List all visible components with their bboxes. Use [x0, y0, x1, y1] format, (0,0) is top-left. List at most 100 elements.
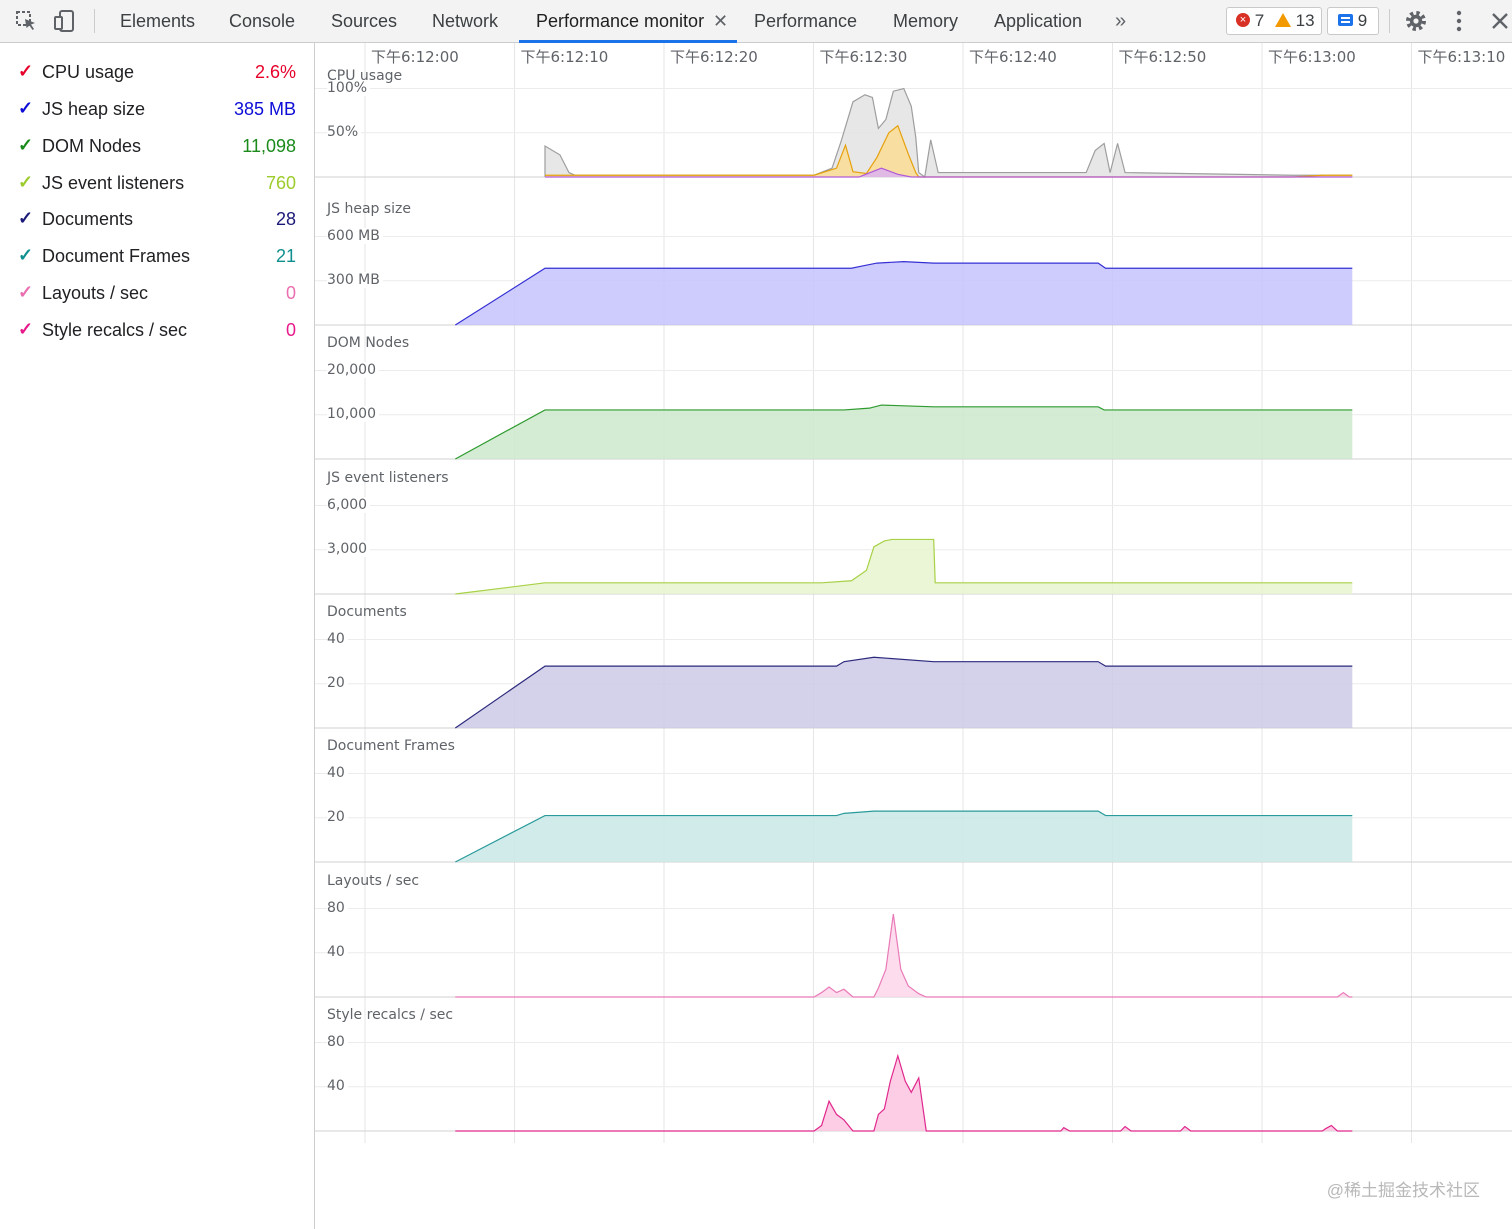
message-icon — [1338, 14, 1353, 27]
metric-value: 385 MB — [233, 99, 296, 119]
tab-application[interactable]: Application — [994, 0, 1082, 42]
panel-title: JS heap size — [327, 201, 412, 217]
metric-documents[interactable]: ✓ Documents 28 — [0, 200, 314, 237]
toolbar-separator — [1389, 9, 1390, 33]
series-area — [455, 657, 1353, 728]
axis-tick-label: 300 MB — [327, 271, 383, 288]
devtools-toolbar: Elements Console Sources Network Perform… — [0, 0, 1512, 43]
metric-js-heap-size[interactable]: ✓ JS heap size 385 MB — [0, 90, 314, 127]
warning-icon — [1274, 12, 1291, 27]
axis-tick-label: 80 — [327, 899, 348, 916]
axis-tick-label: 6,000 — [327, 496, 371, 513]
series-area — [455, 539, 1353, 594]
metric-label: Documents — [42, 209, 134, 229]
metric-label: JS heap size — [42, 99, 146, 119]
metric-style-recalcs-per-sec[interactable]: ✓ Style recalcs / sec 0 — [0, 311, 314, 348]
metric-label: CPU usage — [42, 62, 135, 82]
axis-tick-label: 40 — [327, 764, 348, 781]
time-label: 下午6:12:00 — [369, 46, 461, 67]
metrics-sidebar: ✓ CPU usage 2.6% ✓ JS heap size 385 MB ✓… — [0, 43, 315, 1229]
metric-value: 11,098 — [242, 136, 296, 156]
overflow-chevron-icon[interactable]: » — [1115, 0, 1126, 42]
tab-console[interactable]: Console — [229, 0, 295, 42]
metric-document-frames[interactable]: ✓ Document Frames 21 — [0, 237, 314, 274]
settings-gear-icon[interactable] — [1403, 9, 1429, 33]
metric-cpu-usage[interactable]: ✓ CPU usage 2.6% — [0, 53, 314, 90]
panel-title: DOM Nodes — [327, 335, 410, 351]
checkmark-icon[interactable]: ✓ — [18, 245, 33, 266]
axis-tick-label: 40 — [327, 1077, 348, 1094]
series-area — [545, 125, 1353, 177]
metric-dom-nodes[interactable]: ✓ DOM Nodes 11,098 — [0, 127, 314, 164]
panel-title: Documents — [327, 604, 407, 620]
series-area — [455, 405, 1353, 459]
metric-value: 0 — [285, 283, 296, 303]
tab-memory[interactable]: Memory — [893, 0, 958, 42]
series-area — [455, 1055, 1353, 1131]
watermark: @稀土掘金技术社区 — [1326, 1181, 1480, 1200]
axis-tick-label: 3,000 — [327, 540, 371, 557]
tab-network[interactable]: Network — [432, 0, 498, 42]
checkmark-icon[interactable]: ✓ — [18, 172, 33, 193]
device-toolbar-icon[interactable] — [53, 9, 77, 33]
axis-tick-label: 20,000 — [327, 361, 379, 378]
metric-value: 0 — [285, 320, 296, 340]
tab-sources[interactable]: Sources — [331, 0, 397, 42]
metric-label: Document Frames — [42, 246, 191, 266]
axis-tick-label: 80 — [327, 1033, 348, 1050]
metric-value: 28 — [275, 209, 296, 229]
checkmark-icon[interactable]: ✓ — [18, 135, 33, 156]
axis-tick-label: 20 — [327, 674, 348, 691]
axis-tick-label: 40 — [327, 943, 348, 960]
tab-performance-monitor[interactable]: Performance monitor — [536, 0, 704, 42]
series-area — [455, 811, 1353, 862]
panel-title: Layouts / sec — [327, 873, 420, 889]
panel-title: JS event listeners — [327, 470, 449, 486]
checkmark-icon[interactable]: ✓ — [18, 208, 33, 229]
axis-tick-label: 50% — [327, 123, 362, 140]
axis-tick-label: 100% — [327, 79, 371, 96]
messages-badge[interactable]: 9 — [1327, 7, 1379, 35]
time-label: 下午6:12:50 — [1116, 46, 1209, 67]
series-area — [455, 261, 1353, 325]
axis-tick-label: 20 — [327, 808, 348, 825]
error-icon: × — [1236, 13, 1250, 28]
checkmark-icon[interactable]: ✓ — [18, 282, 33, 303]
close-tab-icon[interactable]: ✕ — [713, 0, 728, 42]
metric-layouts-per-sec[interactable]: ✓ Layouts / sec 0 — [0, 274, 314, 311]
checkmark-icon[interactable]: ✓ — [18, 98, 33, 119]
time-label: 下午6:13:10 — [1415, 46, 1508, 67]
close-devtools-icon[interactable] — [1490, 11, 1510, 31]
axis-tick-label: 10,000 — [327, 405, 379, 422]
checkmark-icon[interactable]: ✓ — [18, 319, 33, 340]
axis-tick-label: 40 — [327, 630, 348, 647]
messages-count: 9 — [1357, 11, 1368, 30]
time-label: 下午6:12:20 — [668, 46, 760, 67]
panel-title: Style recalcs / sec — [327, 1007, 454, 1023]
performance-charts — [315, 43, 1512, 1143]
metric-value: 2.6% — [254, 62, 296, 82]
inspect-element-icon[interactable] — [14, 9, 38, 33]
checkmark-icon[interactable]: ✓ — [18, 61, 33, 82]
metric-label: DOM Nodes — [42, 136, 142, 156]
series-line — [545, 124, 1353, 178]
metric-label: JS event listeners — [42, 173, 185, 193]
issues-badge[interactable]: × 7 13 — [1226, 7, 1322, 35]
time-label: 下午6:13:00 — [1266, 46, 1358, 67]
metric-label: Style recalcs / sec — [42, 320, 188, 340]
tab-elements[interactable]: Elements — [120, 0, 195, 42]
time-label: 下午6:12:30 — [817, 46, 910, 67]
panel-title: Document Frames — [327, 738, 455, 754]
metric-label: Layouts / sec — [42, 283, 149, 303]
errors-count: 7 — [1254, 11, 1265, 30]
series-area — [455, 914, 1353, 997]
metric-value: 21 — [275, 246, 296, 266]
toolbar-separator — [94, 9, 95, 33]
axis-tick-label: 600 MB — [327, 227, 383, 244]
metric-js-event-listeners[interactable]: ✓ JS event listeners 760 — [0, 164, 314, 201]
time-label: 下午6:12:40 — [967, 46, 1059, 67]
warnings-count: 13 — [1295, 11, 1315, 30]
more-vertical-icon[interactable] — [1450, 10, 1468, 32]
tab-performance[interactable]: Performance — [754, 0, 857, 42]
metric-value: 760 — [265, 173, 296, 193]
